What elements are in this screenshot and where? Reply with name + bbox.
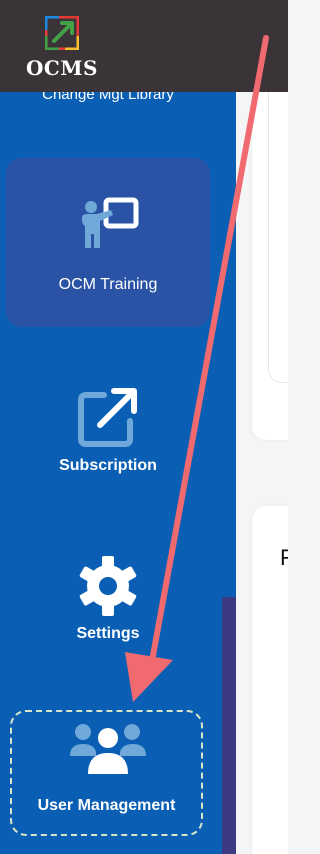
app-window: Change Mgt Library OCM Training Subscrip… — [0, 0, 288, 854]
sidebar: Change Mgt Library OCM Training Subscrip… — [0, 0, 236, 854]
external-link-icon — [78, 388, 137, 447]
presentation-icon — [82, 197, 139, 248]
sidebar-item-label: User Management — [37, 797, 176, 814]
sidebar-item-ocm-training[interactable]: OCM Training — [6, 158, 210, 327]
sidebar-item-label: OCM Training — [58, 276, 158, 293]
users-icon — [70, 724, 146, 774]
logo-mark-icon — [45, 16, 79, 50]
sidebar-item-settings[interactable]: Settings — [0, 555, 216, 655]
sidebar-item-label: Subscription — [59, 457, 157, 474]
sidebar-item-label: Settings — [76, 625, 140, 642]
sidebar-item-user-management[interactable]: User Management — [10, 710, 203, 836]
gear-icon — [79, 556, 137, 616]
logo-text: OCMS — [26, 56, 98, 80]
card-heading: F — [280, 545, 288, 570]
sidebar-scrollbar[interactable] — [222, 597, 236, 854]
top-bar: OCMS — [0, 0, 288, 92]
sidebar-item-subscription[interactable]: Subscription — [0, 380, 216, 480]
content-card-inner-panel — [268, 92, 288, 383]
ocms-logo[interactable]: OCMS — [22, 14, 102, 84]
